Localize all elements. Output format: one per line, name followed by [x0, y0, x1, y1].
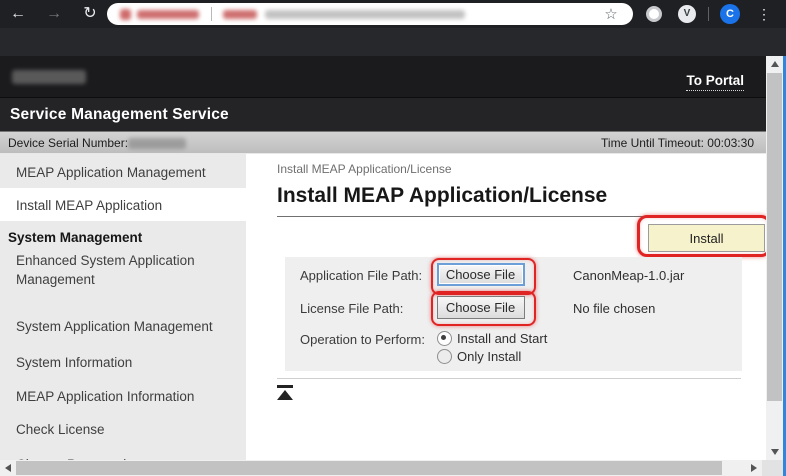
sidebar-item-system-information[interactable]: System Information [16, 353, 230, 372]
sidebar-section-system-management: System Management [8, 230, 142, 245]
sidebar-item-check-license[interactable]: Check License [16, 420, 230, 439]
main-content: Install MEAP Application/License Install… [246, 154, 766, 460]
application-choose-file-button[interactable]: Choose File [437, 263, 525, 286]
bottom-rule [277, 378, 741, 379]
not-secure-warning-icon [120, 9, 131, 20]
vertical-scrollbar[interactable] [766, 56, 783, 460]
sidebar-item-system-application-management[interactable]: System Application Management [16, 317, 230, 336]
license-file-status: No file chosen [573, 301, 655, 316]
page-title: Service Management Service [10, 106, 229, 124]
bookmarks-bar: » [0, 28, 786, 56]
sidebar-item-meap-application-information[interactable]: MEAP Application Information [16, 387, 230, 406]
browser-toolbar: ← → ↻ ☆ V C ⋮ [0, 0, 786, 28]
install-button[interactable]: Install [648, 224, 765, 252]
scroll-left-icon[interactable] [0, 460, 16, 476]
choose-file-annotation-ring: Choose File [431, 291, 536, 326]
horizontal-scrollbar[interactable] [0, 460, 786, 476]
chrome-menu-icon[interactable]: ⋮ [752, 0, 776, 28]
redacted-serial-number [128, 138, 186, 149]
redacted-not-secure-text [137, 10, 199, 19]
install-annotation-ring: Install [637, 215, 771, 257]
redacted-device-name [12, 70, 86, 84]
sidebar-item-install-meap-application[interactable]: Install MEAP Application [0, 188, 246, 221]
screen: ← → ↻ ☆ V C ⋮ » [0, 0, 786, 476]
sidebar-item-meap-application-management[interactable]: MEAP Application Management [16, 163, 230, 182]
only-install-label: Only Install [457, 349, 521, 364]
reload-icon[interactable]: ↻ [78, 0, 102, 28]
install-and-start-radio[interactable] [437, 331, 452, 346]
application-file-path-label: Application File Path: [300, 268, 422, 283]
license-choose-file-button[interactable]: Choose File [437, 296, 525, 319]
license-file-path-label: License File Path: [300, 301, 403, 316]
page-header-band: Service Management Service [0, 97, 786, 131]
extension-v-icon[interactable]: V [678, 5, 696, 23]
status-bar: Device Serial Number: Time Until Timeout… [0, 131, 786, 154]
to-portal-link[interactable]: To Portal [686, 73, 744, 91]
install-and-start-label: Install and Start [457, 331, 547, 346]
application-file-name: CanonMeap-1.0.jar [573, 268, 684, 283]
scroll-right-icon[interactable] [746, 460, 762, 476]
back-icon[interactable]: ← [6, 0, 30, 28]
operation-to-perform-label: Operation to Perform: [300, 332, 425, 347]
page-header-top: To Portal [0, 56, 786, 97]
timeout-label: Time Until Timeout: 00:03:30 [601, 136, 754, 150]
extension-icon[interactable] [646, 6, 662, 22]
redacted-url [265, 10, 465, 19]
scroll-down-icon[interactable] [766, 443, 783, 460]
vertical-scrollbar-thumb[interactable] [767, 73, 782, 401]
address-bar[interactable]: ☆ [107, 3, 633, 25]
content-title: Install MEAP Application/License [277, 184, 607, 208]
scroll-to-top-icon[interactable] [277, 385, 294, 401]
sidebar-item-enhanced-system-application-management[interactable]: Enhanced System Application Management [16, 251, 230, 289]
device-serial-label: Device Serial Number: [8, 136, 128, 150]
horizontal-scrollbar-thumb[interactable] [16, 461, 722, 475]
profile-avatar[interactable]: C [720, 4, 740, 24]
sidebar: MEAP Application Management Install MEAP… [0, 154, 246, 460]
bookmark-star-icon[interactable]: ☆ [601, 5, 621, 23]
only-install-radio[interactable] [437, 349, 452, 364]
forward-icon[interactable]: → [42, 0, 66, 28]
choose-file-annotation-ring: Choose File [431, 258, 536, 295]
address-bar-divider [211, 7, 212, 21]
install-form-panel: Application File Path: Choose File Canon… [285, 257, 742, 371]
redacted-url-scheme [223, 10, 257, 19]
scroll-up-icon[interactable] [766, 56, 783, 73]
breadcrumb: Install MEAP Application/License [277, 162, 452, 176]
sidebar-item-label: Install MEAP Application [16, 196, 230, 215]
toolbar-divider [708, 7, 709, 21]
